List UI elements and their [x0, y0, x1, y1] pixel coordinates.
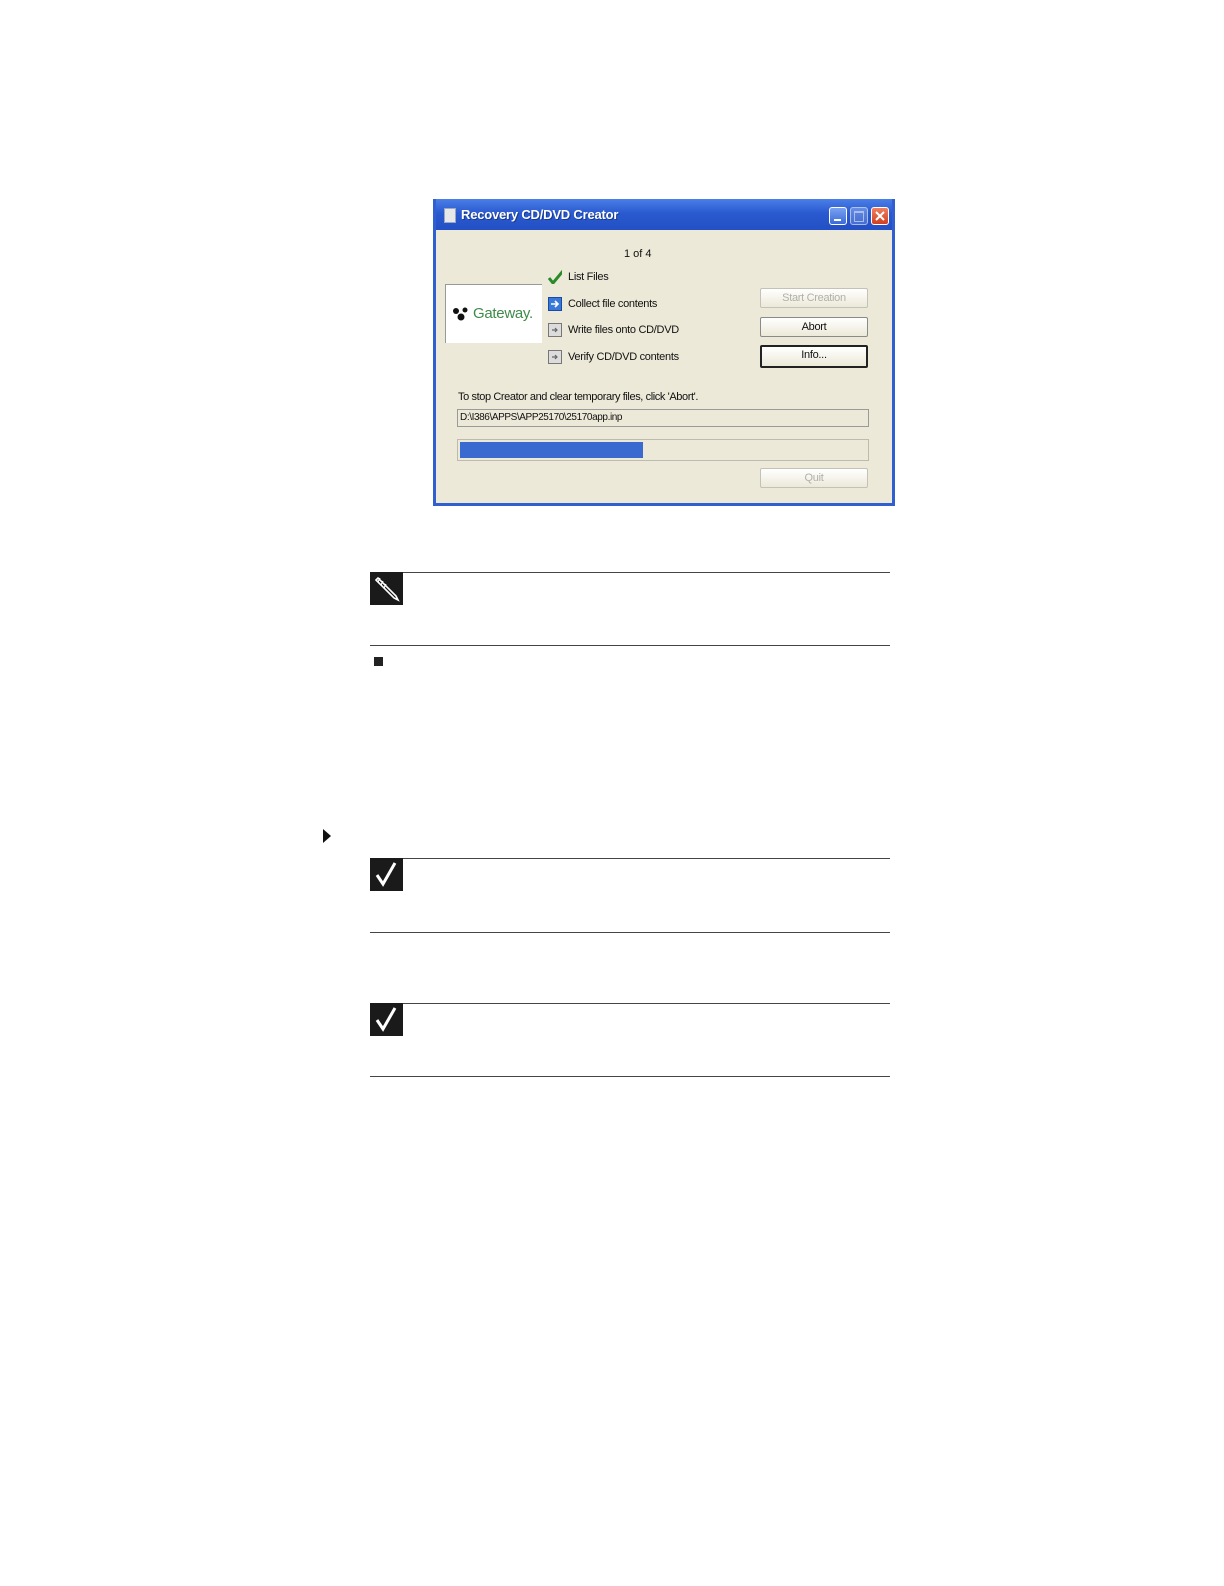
- app-icon: [444, 208, 456, 223]
- triangle-arrow-icon: [323, 829, 331, 843]
- step-label: Write files onto CD/DVD: [568, 324, 679, 336]
- title-bar[interactable]: Recovery CD/DVD Creator: [436, 199, 892, 230]
- close-button[interactable]: [871, 207, 889, 225]
- current-file-path: D:\I386\APPS\APP25170\25170app.inp: [457, 409, 869, 427]
- window-title: Recovery CD/DVD Creator: [461, 207, 619, 222]
- pending-step-icon: [548, 323, 562, 337]
- pending-step-icon: [548, 350, 562, 364]
- important-top-rule: [370, 1003, 890, 1004]
- important-bottom-rule: [370, 1076, 890, 1077]
- important-bottom-rule: [370, 932, 890, 933]
- step-counter: 1 of 4: [624, 248, 652, 260]
- checkmark-icon: [548, 270, 562, 284]
- note-top-rule: [370, 572, 890, 573]
- progress-bar-fill: [460, 442, 643, 458]
- important-top-rule: [370, 858, 890, 859]
- abort-button[interactable]: Abort: [760, 317, 868, 337]
- square-bullet-icon: [374, 657, 383, 666]
- logo-text: Gateway.: [473, 305, 533, 322]
- abort-hint-text: To stop Creator and clear temporary file…: [458, 391, 699, 403]
- close-icon: [875, 211, 885, 221]
- info-button[interactable]: Info...: [760, 345, 868, 368]
- step-label: Verify CD/DVD contents: [568, 351, 679, 363]
- quit-button: Quit: [760, 468, 868, 488]
- dialog-client-area: 1 of 4 Gateway. List Files Collect file …: [436, 230, 892, 503]
- arrow-right-icon: [548, 297, 562, 311]
- gateway-cow-icon: [453, 307, 468, 321]
- pencil-note-icon: [370, 572, 403, 605]
- minimize-button[interactable]: [829, 207, 847, 225]
- step-label: List Files: [568, 271, 609, 283]
- checkmark-note-icon: [370, 858, 403, 891]
- maximize-button: [850, 207, 868, 225]
- checkmark-note-icon: [370, 1003, 403, 1036]
- recovery-dialog-window: Recovery CD/DVD Creator 1 of 4 Gateway. …: [433, 199, 895, 506]
- step-label: Collect file contents: [568, 298, 658, 310]
- start-creation-button: Start Creation: [760, 288, 868, 308]
- progress-bar: [457, 439, 869, 461]
- note-bottom-rule: [370, 645, 890, 646]
- gateway-logo: Gateway.: [445, 284, 542, 343]
